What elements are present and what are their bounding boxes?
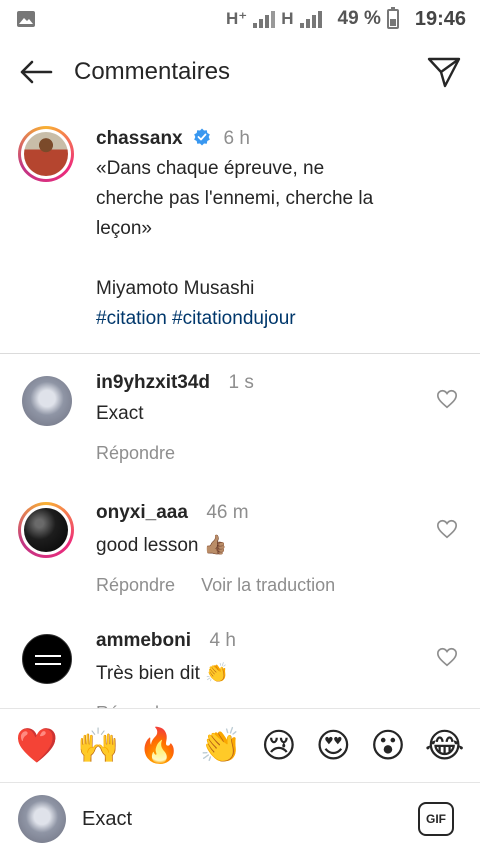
heart-icon[interactable]	[436, 518, 458, 540]
heart-emoji-button[interactable]: ❤️	[16, 729, 58, 763]
clapping-emoji-button[interactable]: 👏	[200, 729, 242, 763]
raised-hands-emoji-button[interactable]: 🙌	[77, 729, 119, 763]
share-button[interactable]	[424, 52, 464, 92]
heart-eyes-emoji-button[interactable]: 😍	[316, 729, 351, 763]
comment-time: 4 h	[209, 630, 236, 651]
caption-line: cherche pas l'ennemi, cherche la	[96, 188, 374, 209]
comment-username[interactable]: ammeboni	[96, 630, 191, 651]
comment-input[interactable]: Exact	[82, 808, 418, 831]
commenter-avatar[interactable]	[18, 502, 74, 558]
comment-text: good lesson 👍🏽	[96, 535, 228, 556]
battery-percent: 49 %	[337, 8, 381, 29]
caption-time: 6 h	[223, 128, 250, 149]
comment-time: 46 m	[206, 502, 249, 523]
surprised-emoji-button[interactable]: 😮	[370, 729, 405, 763]
heart-icon[interactable]	[436, 388, 458, 410]
comment-time: 1 s	[228, 372, 254, 393]
comment-username[interactable]: onyxi_aaa	[96, 502, 188, 523]
comment-composer: Exact GIF	[0, 784, 480, 854]
caption-username[interactable]: chassanx	[96, 128, 183, 149]
caption-line: «Dans chaque épreuve, ne	[96, 158, 325, 179]
network-type-1: H⁺	[226, 9, 248, 28]
image-icon	[17, 11, 35, 27]
comment-text: Très bien dit 👏	[96, 663, 229, 684]
header: Commentaires	[0, 40, 480, 104]
heart-icon[interactable]	[436, 646, 458, 668]
laughing-emoji-button[interactable]: 😂	[425, 729, 465, 763]
battery-icon	[386, 7, 399, 29]
crying-emoji-button[interactable]: 😢	[261, 729, 296, 763]
page-title: Commentaires	[74, 58, 231, 85]
quick-emoji-bar: ❤️ 🙌 🔥 👏 😢 😍 😮 😂	[0, 708, 480, 783]
back-button[interactable]	[16, 52, 56, 92]
clock: 19:46	[414, 7, 466, 30]
commenter-avatar[interactable]	[22, 634, 72, 684]
fire-emoji-button[interactable]: 🔥	[138, 729, 180, 763]
comment-text: Exact	[96, 403, 144, 424]
see-translation-button[interactable]: Voir la traduction	[201, 575, 335, 596]
network-type-2: H	[281, 9, 294, 28]
caption-author: Miyamoto Musashi	[96, 278, 255, 299]
current-user-avatar	[18, 795, 66, 843]
comment-username[interactable]: in9yhzxit34d	[96, 372, 210, 393]
reply-button[interactable]: Répondre	[96, 575, 175, 596]
arrow-left-icon	[20, 60, 53, 84]
post-caption: chassanx 6 h «Dans chaque épreuve, ne ch…	[0, 124, 480, 354]
caption-avatar[interactable]	[18, 126, 74, 182]
signal-h-icon	[299, 10, 322, 28]
signal-h-plus-icon	[253, 10, 276, 28]
verified-badge-icon	[194, 128, 210, 146]
gif-button[interactable]: GIF	[418, 802, 454, 836]
caption-line: leçon»	[96, 218, 152, 239]
status-bar: H⁺ H 49 % 19:46	[0, 0, 480, 38]
reply-button[interactable]: Répondre	[96, 443, 175, 464]
send-icon	[427, 57, 461, 88]
caption-hashtags[interactable]: #citation #citationdujour	[96, 304, 456, 334]
commenter-avatar[interactable]	[22, 376, 72, 426]
